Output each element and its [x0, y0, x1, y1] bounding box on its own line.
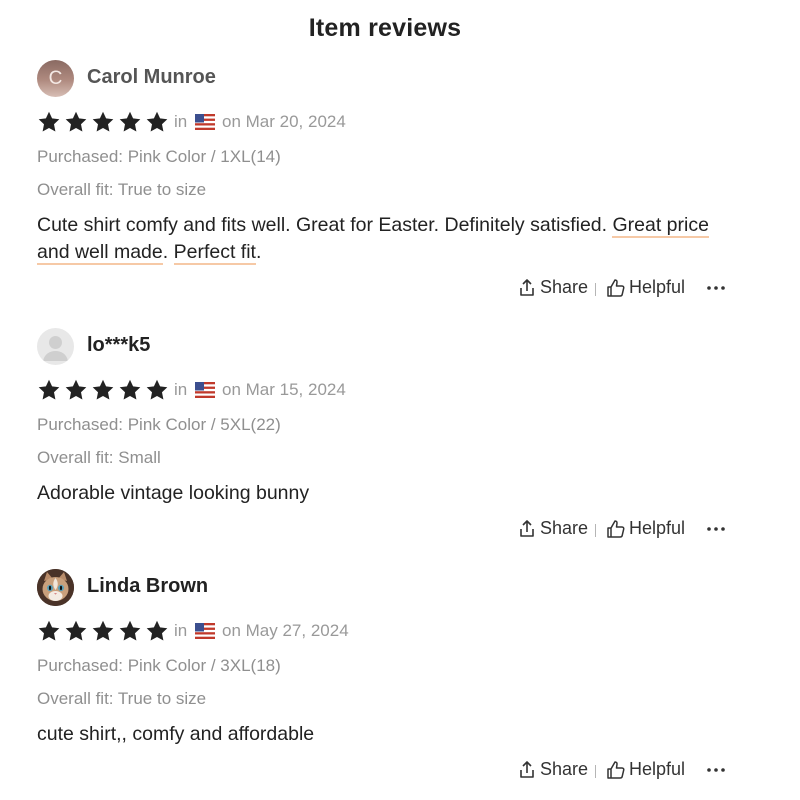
cat-avatar-icon [37, 569, 74, 606]
review-text: Cute shirt comfy and fits well. Great fo… [37, 212, 737, 266]
star-rating [37, 110, 172, 136]
reviewer-name: Carol Munroe [87, 66, 216, 88]
share-button[interactable]: Share [517, 759, 588, 780]
review-actions: Share Helpful [517, 277, 737, 301]
more-icon [707, 286, 725, 290]
review-text-part: . [255, 241, 262, 263]
purchased-variant: Purchased: Pink Color / 1XL(14) [37, 147, 281, 166]
us-flag-icon [195, 623, 215, 639]
review-actions: Share Helpful [517, 759, 737, 783]
reviewer-name: lo***k5 [87, 334, 151, 356]
star-icon [37, 378, 61, 402]
helpful-button[interactable]: Helpful [606, 518, 685, 539]
share-icon [520, 519, 534, 537]
review-text-part: Cute shirt comfy and fits well. Great fo… [37, 214, 613, 236]
star-icon [91, 110, 115, 134]
in-label: in [174, 621, 188, 640]
star-icon [91, 619, 115, 643]
share-button[interactable]: Share [517, 518, 588, 539]
share-button[interactable]: Share [517, 277, 588, 298]
review-header: C Carol Munroe [37, 60, 637, 98]
thumbs-up-icon [607, 278, 625, 297]
share-icon [520, 760, 534, 778]
divider [595, 283, 596, 296]
divider [595, 765, 596, 778]
star-rating [37, 378, 172, 404]
star-icon [64, 378, 88, 402]
page-title: Item reviews [308, 14, 462, 42]
more-options-button[interactable] [705, 518, 727, 540]
purchased-variant: Purchased: Pink Color / 3XL(18) [37, 656, 281, 675]
review-actions: Share Helpful [517, 518, 737, 542]
avatar[interactable] [37, 328, 74, 365]
helpful-button[interactable]: Helpful [606, 277, 685, 298]
review-date: on Mar 15, 2024 [222, 380, 346, 399]
thumbs-up-icon [607, 519, 625, 538]
thumbs-up-icon [607, 760, 625, 779]
more-options-button[interactable] [705, 277, 727, 299]
share-icon [520, 278, 534, 296]
star-icon [64, 110, 88, 134]
overall-fit: Overall fit: Small [37, 448, 161, 467]
in-label: in [174, 112, 188, 131]
helpful-button[interactable]: Helpful [606, 759, 685, 780]
review-date: on May 27, 2024 [222, 621, 349, 640]
star-icon [91, 378, 115, 402]
more-icon [707, 527, 725, 531]
default-user-icon [43, 336, 68, 361]
purchased-variant: Purchased: Pink Color / 5XL(22) [37, 415, 281, 434]
star-icon [145, 110, 169, 134]
rating-row: in on Mar 20, 2024 [37, 110, 637, 136]
helpful-label: Helpful [629, 277, 686, 297]
review-text: Adorable vintage looking bunny [37, 482, 310, 504]
helpful-label: Helpful [629, 518, 686, 538]
review-date: on Mar 20, 2024 [222, 112, 346, 131]
star-icon [118, 619, 142, 643]
us-flag-icon [195, 382, 215, 398]
avatar[interactable] [37, 569, 74, 606]
star-icon [118, 378, 142, 402]
share-label: Share [540, 518, 589, 538]
star-icon [37, 619, 61, 643]
review-header: Linda Brown [37, 569, 637, 607]
more-options-button[interactable] [705, 759, 727, 781]
star-icon [37, 110, 61, 134]
avatar[interactable]: C [37, 60, 74, 97]
review-text-part: . [162, 241, 174, 263]
helpful-label: Helpful [629, 759, 686, 779]
reviewer-name: Linda Brown [87, 575, 209, 597]
share-label: Share [540, 277, 589, 297]
us-flag-icon [195, 114, 215, 130]
star-icon [145, 378, 169, 402]
star-icon [145, 619, 169, 643]
star-rating [37, 619, 172, 645]
divider [595, 524, 596, 537]
overall-fit: Overall fit: True to size [37, 689, 207, 708]
rating-row: in on Mar 15, 2024 [37, 378, 637, 404]
review-text: cute shirt,, comfy and affordable [37, 723, 315, 745]
star-icon [64, 619, 88, 643]
star-icon [118, 110, 142, 134]
share-label: Share [540, 759, 589, 779]
overall-fit: Overall fit: True to size [37, 180, 207, 199]
rating-row: in on May 27, 2024 [37, 619, 637, 645]
in-label: in [174, 380, 188, 399]
more-icon [707, 768, 725, 772]
review-header: lo***k5 [37, 328, 637, 366]
highlighted-phrase: Perfect fit [173, 241, 256, 265]
